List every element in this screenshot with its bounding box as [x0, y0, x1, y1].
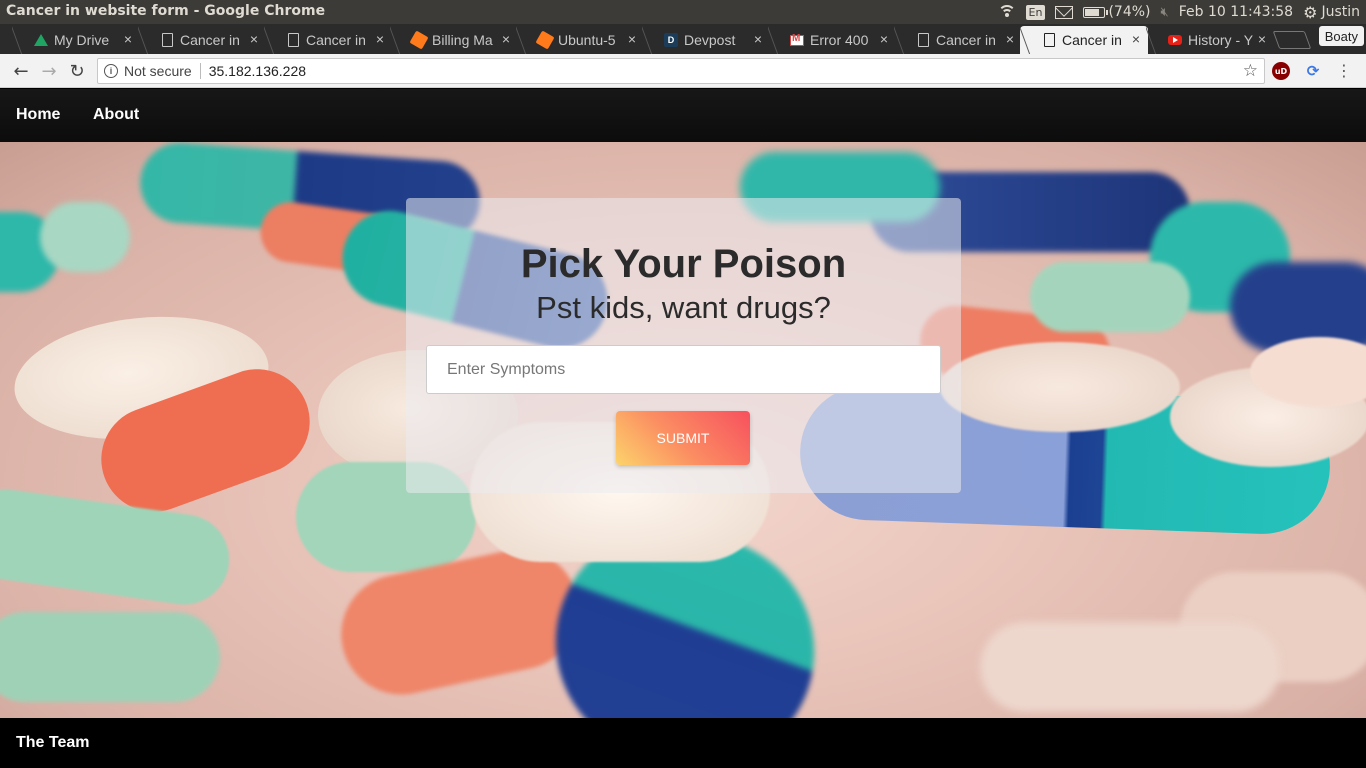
close-icon[interactable]: ×	[1132, 31, 1140, 47]
hero-section: Pick Your Poison Pst kids, want drugs? S…	[0, 142, 1366, 718]
keyboard-layout-indicator[interactable]: En	[1025, 4, 1046, 20]
tab-title: Cancer in	[180, 32, 240, 48]
browser-tab[interactable]: Cancer in ×	[1020, 26, 1148, 54]
browser-tab[interactable]: Billing Ma ×	[390, 26, 518, 54]
devpost-icon: D	[664, 33, 678, 47]
tab-title: Ubuntu-5	[558, 32, 616, 48]
browser-tab[interactable]: Cancer in ×	[138, 26, 266, 54]
os-top-bar: Cancer in website form - Google Chrome E…	[0, 0, 1366, 24]
drive-icon	[34, 33, 48, 47]
close-icon[interactable]: ×	[124, 31, 132, 47]
browser-tab[interactable]: History - Y ×	[1146, 26, 1274, 54]
user-name: Justin	[1321, 4, 1360, 20]
browser-toolbar: ← → ↻ i Not secure 35.182.136.228 ☆ uD ⟳…	[0, 54, 1366, 88]
window-title: Cancer in website form - Google Chrome	[6, 3, 326, 19]
tab-title: Error 400	[810, 32, 869, 48]
battery-percent: (74%)	[1108, 4, 1151, 20]
browser-tab[interactable]: Cancer in ×	[264, 26, 392, 54]
bookmark-star-icon[interactable]: ☆	[1243, 61, 1258, 81]
footer-team-link[interactable]: The Team	[16, 734, 90, 752]
tab-title: My Drive	[54, 32, 110, 48]
document-icon	[916, 33, 930, 47]
new-tab-button[interactable]	[1272, 31, 1312, 49]
tab-title: Billing Ma	[432, 32, 493, 48]
sync-extension-icon[interactable]: ⟳	[1304, 62, 1322, 80]
tab-title: Cancer in	[936, 32, 996, 48]
close-icon[interactable]: ×	[628, 31, 636, 47]
back-arrow-icon[interactable]: ←	[9, 59, 33, 83]
site-footer: The Team	[0, 718, 1366, 768]
browser-tab[interactable]: Ubuntu-5 ×	[516, 26, 644, 54]
symptom-form-card: Pick Your Poison Pst kids, want drugs? S…	[406, 198, 961, 493]
close-icon[interactable]: ×	[502, 31, 510, 47]
youtube-icon	[1168, 33, 1182, 47]
session-menu[interactable]: ⚙ Justin	[1303, 3, 1360, 22]
volume-muted-icon[interactable]: 🔇︎	[1161, 5, 1169, 20]
url-text[interactable]: 35.182.136.228	[209, 63, 306, 79]
forward-arrow-icon[interactable]: →	[37, 59, 61, 83]
browser-menu-icon[interactable]: ⋮	[1336, 61, 1352, 80]
browser-tab[interactable]: Cancer in ×	[894, 26, 1022, 54]
tab-title: Cancer in	[306, 32, 366, 48]
site-navbar: Home About	[0, 89, 1366, 142]
tab-title: Devpost	[684, 32, 736, 48]
system-indicators: En (74%) 🔇︎ Feb 10 11:43:58 ⚙ Justin	[997, 0, 1360, 24]
close-icon[interactable]: ×	[754, 31, 762, 47]
gmail-icon	[790, 33, 804, 47]
clock[interactable]: Feb 10 11:43:58	[1179, 4, 1293, 20]
close-icon[interactable]: ×	[1006, 31, 1014, 47]
tab-title: History - Y	[1188, 32, 1254, 48]
document-icon	[160, 33, 174, 47]
nav-about-link[interactable]: About	[93, 106, 139, 124]
info-icon[interactable]: i	[104, 64, 118, 78]
omnibox-divider	[199, 63, 201, 79]
browser-tab[interactable]: D Devpost ×	[642, 26, 770, 54]
wifi-icon[interactable]	[997, 5, 1016, 19]
browser-tab[interactable]: My Drive ×	[12, 26, 140, 54]
close-icon[interactable]: ×	[880, 31, 888, 47]
gear-icon: ⚙	[1303, 2, 1318, 22]
mail-icon[interactable]	[1055, 5, 1074, 19]
battery-indicator[interactable]: (74%)	[1083, 4, 1151, 20]
close-icon[interactable]: ×	[376, 31, 384, 47]
profile-button[interactable]: Boaty	[1318, 26, 1364, 46]
address-bar[interactable]: i Not secure 35.182.136.228 ☆	[97, 58, 1265, 84]
ublock-extension-icon[interactable]: uD	[1272, 62, 1290, 80]
browser-tab[interactable]: Error 400 ×	[768, 26, 896, 54]
symptoms-input[interactable]	[426, 345, 941, 394]
security-label[interactable]: Not secure	[124, 63, 192, 79]
cube-icon	[409, 30, 429, 50]
tab-title: Cancer in	[1062, 32, 1122, 48]
close-icon[interactable]: ×	[250, 31, 258, 47]
nav-home-link[interactable]: Home	[16, 106, 60, 124]
close-icon[interactable]: ×	[1258, 31, 1266, 47]
document-icon	[1042, 33, 1056, 47]
battery-icon	[1083, 6, 1109, 18]
cube-icon	[535, 30, 555, 50]
page-subtitle: Pst kids, want drugs?	[536, 290, 831, 325]
document-icon	[286, 33, 300, 47]
page-title: Pick Your Poison	[520, 242, 847, 286]
reload-icon[interactable]: ↻	[65, 59, 89, 83]
tab-strip: My Drive × Cancer in × Cancer in × Billing Ma ×…	[0, 24, 1366, 54]
submit-button[interactable]: SUBMIT	[616, 411, 750, 465]
